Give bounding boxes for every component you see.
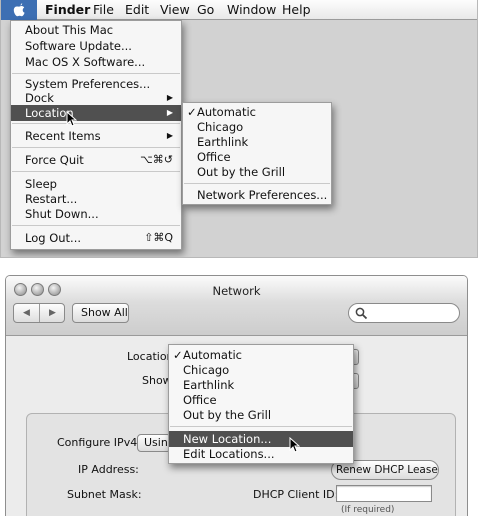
menu-help[interactable]: Help	[282, 2, 311, 18]
checkmark-icon: ✓	[187, 105, 197, 119]
window-toolbar: Network ◀ ▶ Show All	[6, 276, 467, 336]
menu-separator	[170, 426, 352, 427]
location-item-network-preferences[interactable]: Network Preferences...	[183, 187, 331, 203]
location-item-earthlink[interactable]: Earthlink	[183, 134, 331, 150]
menu-separator	[12, 171, 180, 172]
apple-menu-dropdown: About This Mac Software Update... Mac OS…	[10, 20, 182, 250]
menu-bar: Finder File Edit View Go Window Help	[1, 0, 477, 20]
popup-item-earthlink[interactable]: Earthlink	[169, 377, 353, 393]
location-item-office[interactable]: Office	[183, 149, 331, 165]
shortcut-label: ⌥⌘↺	[140, 153, 173, 166]
location-submenu: ✓ Automatic Chicago Earthlink Office Out…	[182, 102, 332, 205]
apple-icon	[13, 3, 25, 17]
popup-item-out-by-the-grill[interactable]: Out by the Grill	[169, 407, 353, 423]
menu-item-mac-os-x-software[interactable]: Mac OS X Software...	[11, 54, 181, 70]
mouse-cursor-icon	[289, 437, 300, 453]
back-forward-control: ◀ ▶	[13, 303, 65, 323]
shortcut-label: ⇧⌘Q	[144, 231, 173, 244]
location-item-automatic[interactable]: ✓ Automatic	[183, 104, 331, 120]
location-item-label: Automatic	[197, 105, 256, 119]
menu-go[interactable]: Go	[197, 2, 214, 18]
submenu-arrow-icon: ▶	[166, 93, 173, 102]
dhcp-client-id-field[interactable]	[336, 485, 432, 502]
back-arrow-icon[interactable]: ◀	[14, 304, 39, 322]
menu-item-recent-items[interactable]: Recent Items ▶	[11, 128, 181, 144]
menu-separator	[12, 225, 180, 226]
menu-edit[interactable]: Edit	[125, 2, 149, 18]
menu-file[interactable]: File	[93, 2, 114, 18]
submenu-arrow-icon: ▶	[166, 131, 173, 140]
menu-item-force-quit[interactable]: Force Quit ⌥⌘↺	[11, 152, 181, 168]
menu-item-about[interactable]: About This Mac	[11, 22, 181, 38]
dhcp-client-id-label: DHCP Client ID:	[253, 488, 339, 501]
search-icon	[355, 307, 368, 320]
menu-item-log-out[interactable]: Log Out... ⇧⌘Q	[11, 230, 181, 246]
menu-item-sleep[interactable]: Sleep	[11, 176, 181, 192]
popup-item-edit-locations[interactable]: Edit Locations...	[169, 446, 353, 462]
forward-arrow-icon[interactable]: ▶	[40, 304, 65, 322]
menu-item-label: Log Out...	[25, 231, 82, 245]
menu-item-software-update[interactable]: Software Update...	[11, 38, 181, 54]
configure-ipv4-label: Configure IPv4:	[57, 436, 141, 449]
menu-item-label: Dock	[25, 91, 54, 105]
menu-separator	[12, 123, 180, 124]
menu-item-label: Force Quit	[25, 153, 84, 167]
search-field[interactable]	[348, 303, 460, 323]
subnet-mask-label: Subnet Mask:	[67, 488, 142, 501]
apple-menu-screenshot: Finder File Edit View Go Window Help Abo…	[0, 0, 478, 258]
menu-window[interactable]: Window	[227, 2, 276, 18]
menu-item-location[interactable]: Location ▶	[11, 105, 181, 121]
location-item-out-by-the-grill[interactable]: Out by the Grill	[183, 164, 331, 180]
ip-address-label: IP Address:	[78, 463, 139, 476]
popup-item-new-location[interactable]: New Location...	[169, 431, 353, 447]
apple-menu-button[interactable]	[1, 0, 37, 20]
menu-separator	[184, 183, 330, 184]
mouse-cursor-icon	[66, 111, 77, 127]
menu-item-shut-down[interactable]: Shut Down...	[11, 206, 181, 222]
window-title: Network	[212, 284, 261, 298]
location-popup-menu: ✓ Automatic Chicago Earthlink Office Out…	[168, 344, 354, 464]
popup-item-label: Automatic	[183, 348, 242, 362]
if-required-note: (If required)	[341, 505, 395, 515]
popup-item-automatic[interactable]: ✓ Automatic	[169, 347, 353, 363]
menu-item-label: Recent Items	[25, 129, 101, 143]
checkmark-icon: ✓	[173, 348, 183, 362]
menu-item-restart[interactable]: Restart...	[11, 191, 181, 207]
menu-view[interactable]: View	[160, 2, 190, 18]
network-window: Network ◀ ▶ Show All Location: Show: Con…	[5, 275, 468, 516]
popup-item-office[interactable]: Office	[169, 392, 353, 408]
location-item-chicago[interactable]: Chicago	[183, 119, 331, 135]
menu-finder[interactable]: Finder	[45, 2, 90, 18]
menu-item-dock[interactable]: Dock ▶	[11, 90, 181, 106]
submenu-arrow-icon: ▶	[166, 108, 173, 117]
popup-item-chicago[interactable]: Chicago	[169, 362, 353, 378]
menu-separator	[12, 73, 180, 74]
menu-separator	[12, 147, 180, 148]
show-all-button[interactable]: Show All	[72, 303, 129, 323]
configure-ipv4-popup[interactable]: Using	[137, 434, 171, 452]
